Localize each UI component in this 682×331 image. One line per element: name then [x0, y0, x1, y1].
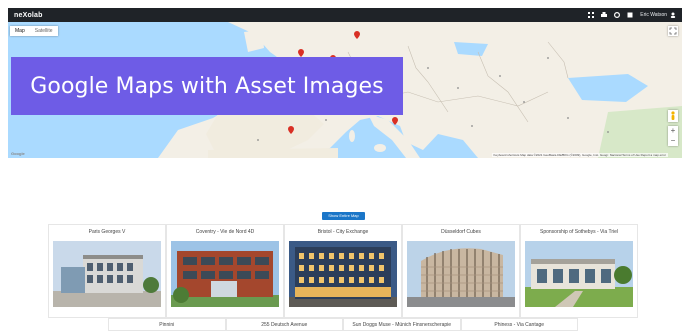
- map-tab-map[interactable]: Map: [10, 26, 30, 36]
- street-view-button[interactable]: [668, 110, 678, 122]
- asset-card[interactable]: 255 Deutsch Avenue: [225, 318, 343, 331]
- asset-image[interactable]: [525, 241, 633, 307]
- settings-icon[interactable]: [614, 12, 621, 18]
- google-logo[interactable]: Google: [11, 151, 25, 156]
- asset-card[interactable]: Sponsorship of Sothebys - Via Triel: [520, 224, 638, 318]
- asset-card[interactable]: Sun Doggs Muse - Münich Finsnerscherapie: [343, 318, 461, 331]
- asset-card[interactable]: Phiness - Via Cantage: [460, 318, 578, 331]
- asset-image[interactable]: [289, 241, 397, 307]
- asset-card[interactable]: Paris Georges V: [48, 224, 166, 318]
- asset-card[interactable]: Bristol - City Exchange: [284, 224, 402, 318]
- zoom-control: + −: [668, 126, 678, 146]
- page: neXolab Eric Watson Map Satellite + − Go…: [0, 0, 682, 331]
- zoom-in-button[interactable]: +: [668, 126, 678, 136]
- banner-title: Google Maps with Asset Images: [30, 73, 384, 99]
- top-bar: neXolab Eric Watson: [8, 8, 682, 22]
- asset-card-title: Düsseldorf Cubes: [441, 229, 481, 235]
- apps-icon[interactable]: [588, 12, 595, 18]
- show-entire-map-button[interactable]: Show Entire Map: [322, 212, 365, 220]
- asset-cards-row-2: Pinnini 255 Deutsch Avenue Sun Doggs Mus…: [108, 318, 578, 331]
- title-banner: Google Maps with Asset Images: [11, 57, 403, 115]
- fullscreen-icon: [669, 27, 677, 35]
- asset-card-title: Coventry - Vie de Nord 4D: [195, 229, 255, 235]
- user-menu[interactable]: Eric Watson: [640, 12, 676, 18]
- map-attribution[interactable]: Keyboard shortcuts Map data ©2021 GeoBas…: [491, 153, 668, 157]
- pegman-icon: [671, 111, 675, 120]
- map-tab-satellite[interactable]: Satellite: [30, 26, 58, 36]
- zoom-out-button[interactable]: −: [668, 136, 678, 146]
- asset-image[interactable]: [171, 241, 279, 307]
- printer-icon[interactable]: [601, 12, 608, 18]
- asset-card[interactable]: Düsseldorf Cubes: [402, 224, 520, 318]
- user-icon: [670, 12, 676, 18]
- notifications-icon[interactable]: [627, 12, 633, 18]
- asset-card-title: Bristol - City Exchange: [317, 229, 369, 235]
- app-brand[interactable]: neXolab: [14, 12, 43, 19]
- asset-card[interactable]: Coventry - Vie de Nord 4D: [166, 224, 284, 318]
- asset-card-title: Paris Georges V: [88, 229, 126, 235]
- map-type-control: Map Satellite: [10, 26, 58, 36]
- user-name: Eric Watson: [640, 12, 667, 18]
- fullscreen-button[interactable]: [668, 26, 678, 36]
- asset-image[interactable]: [53, 241, 161, 307]
- top-actions: Eric Watson: [588, 12, 676, 18]
- asset-card-title: Sponsorship of Sothebys - Via Triel: [539, 229, 618, 235]
- asset-cards: Paris Georges V Coventry - Vie de Nord 4…: [48, 224, 638, 318]
- asset-image[interactable]: [407, 241, 515, 307]
- asset-card[interactable]: Pinnini: [108, 318, 226, 331]
